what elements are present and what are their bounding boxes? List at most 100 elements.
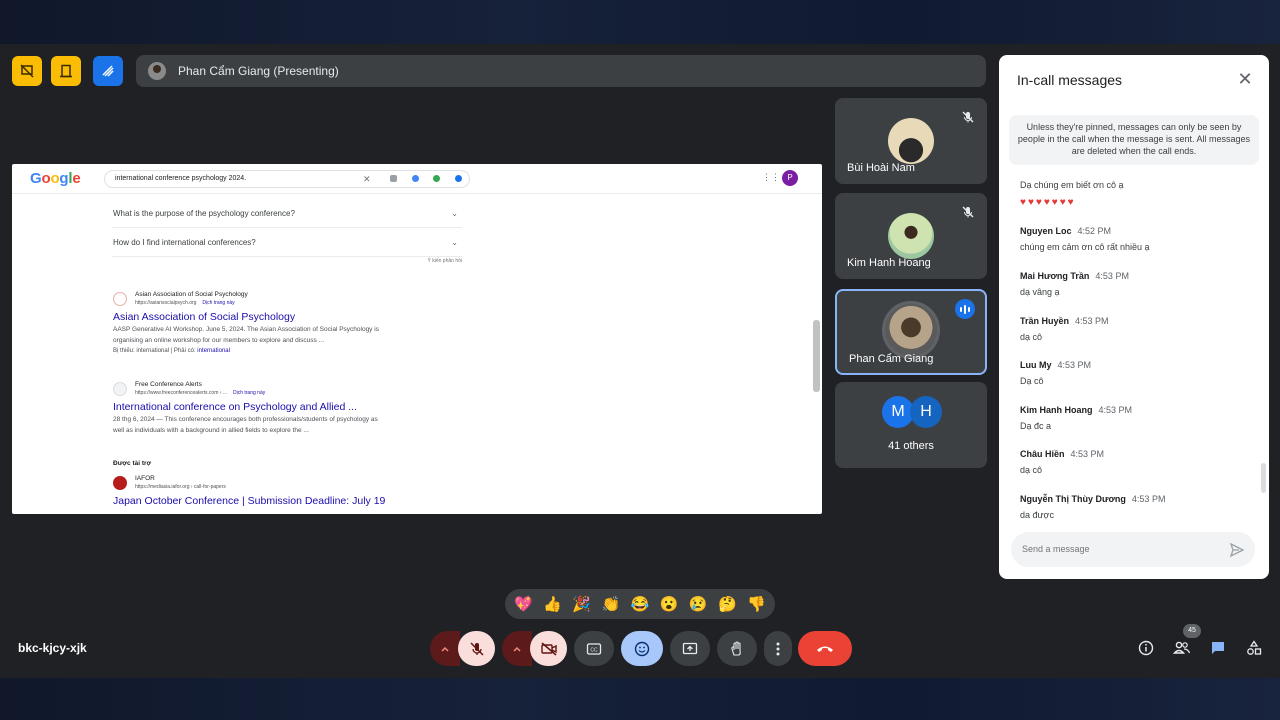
message-time: 4:53 PM [1075,316,1109,326]
presenting-label: Phan Cẩm Giang (Presenting) [178,64,339,78]
reaction-party-popper-icon[interactable]: 🎉 [569,595,595,613]
chat-icon [1212,642,1224,654]
participant-name: Kim Hanh Hoang [847,257,931,269]
people-button[interactable] [1172,638,1192,658]
faq-item: How do I find international conferences?… [112,229,462,257]
participant-avatar [882,301,940,359]
captions-button[interactable]: CC [574,631,614,666]
reaction-surprised-icon[interactable]: 😮 [656,595,682,613]
faq-item: What is the purpose of the psychology co… [112,200,462,228]
chevron-up-icon [441,646,449,652]
reaction-thumbs-up-icon[interactable]: 👍 [540,595,566,613]
audio-options-button[interactable] [430,631,460,666]
message-time: 4:53 PM [1131,494,1166,504]
message-sender: Mai Hương Trần [1020,271,1090,281]
result-site: IAFOR https://mediasia.iafor.org › call-… [113,474,443,494]
message-time: 4:53 PM [1070,449,1105,459]
message-input[interactable] [1011,532,1255,567]
mic-icon [412,175,419,182]
participants-count-badge: 45 [1183,624,1201,638]
send-icon[interactable] [1229,542,1245,558]
activities-button[interactable] [1244,638,1264,658]
chat-message: Châu Hiền 4:53 PM dạ cô [1020,448,1255,476]
reaction-sparkling-heart-icon[interactable]: 💖 [511,595,537,613]
more-options-button[interactable] [764,631,792,666]
door-icon[interactable] [51,56,81,86]
feedback-link: Ý kiến phản hồi [427,258,462,264]
search-icon [455,175,462,182]
captions-icon: CC [586,642,602,655]
reactions-button[interactable] [621,631,663,666]
video-options-button[interactable] [502,631,532,666]
participant-avatar [888,213,934,259]
hand-icon [731,640,741,656]
chat-message: Luu My 4:53 PM Dạ cô [1020,359,1255,387]
profile-avatar: P [782,170,798,186]
svg-text:CC: CC [590,647,598,653]
site-favicon [113,476,127,490]
people-icon [1173,641,1191,654]
speaking-indicator-icon [955,299,975,319]
chat-notice: Unless they're pinned, messages can only… [1009,115,1259,165]
chat-title: In-call messages [1017,72,1123,88]
message-sender: Kim Hanh Hoang [1020,405,1093,415]
present-button[interactable] [670,631,710,666]
message-text: Dạ cô [1020,376,1044,386]
result-title: Asian Association of Social Psychology [113,311,296,323]
mic-toggle-button[interactable] [458,631,495,666]
whiteboard-pen-icon[interactable] [93,56,123,86]
reaction-clapping-icon[interactable]: 👏 [598,595,624,613]
clear-icon: ✕ [363,174,371,184]
chat-message: Mai Hương Trần 4:53 PM dạ vâng ạ [1020,270,1255,298]
google-search-box: international conference psychology 2024… [104,170,470,188]
others-count: 41 others [888,440,934,452]
raise-hand-button[interactable] [717,631,757,666]
participant-tile[interactable]: Kim Hanh Hoang [835,193,987,279]
reaction-thumbs-down-icon[interactable]: 👎 [743,595,769,613]
reaction-laughing-icon[interactable]: 😂 [627,595,653,613]
result-snippet: organising an online workshop for our me… [113,337,324,344]
others-tile[interactable]: M H 41 others [835,382,987,468]
reaction-thinking-icon[interactable]: 🤔 [714,595,740,613]
faq-question: How do I find international conferences? [113,238,256,247]
result-snippet: 28 thg 6, 2024 — This conference encoura… [113,416,378,423]
reaction-sad-icon[interactable]: 😢 [685,595,711,613]
participant-tile[interactable]: Bùi Hoài Nam [835,98,987,184]
presentation-off-icon[interactable] [12,56,42,86]
chat-button[interactable] [1208,638,1228,658]
camera-toggle-button[interactable] [530,631,567,666]
outer-background-top [0,0,1280,44]
mic-off-icon [469,641,484,656]
presenter-avatar [148,62,166,80]
chat-scrollbar[interactable] [1261,463,1266,493]
hearts-emoji: ♥♥♥♥♥♥♥ [1020,197,1076,208]
participant-tile-active[interactable]: Phan Cẩm Giang [835,289,987,375]
message-sender: Luu My [1020,360,1052,370]
outer-background-bottom [0,678,1280,720]
chat-message: Nguyễn Thị Thùy Dương 4:53 PM da được [1020,493,1255,521]
message-time: 4:53 PM [1098,405,1133,415]
message-time: 4:53 PM [1095,271,1129,281]
activities-shapes-icon [1247,640,1262,655]
chat-panel: In-call messages ✕ Unless they're pinned… [999,55,1269,579]
meeting-details-button[interactable] [1136,638,1156,658]
shared-screen: Google international conference psycholo… [12,164,822,514]
mic-off-icon [962,206,974,218]
keyboard-icon [390,175,397,182]
message-text: Dạ chúng em biết ơn cô ạ [1020,180,1124,190]
result-site: Free Conference Alerts https://www.freec… [113,380,443,400]
participant-initial: H [910,396,942,428]
google-logo: Google [30,170,81,187]
close-icon[interactable]: ✕ [1235,69,1255,89]
site-url: https://mediasia.iafor.org › call-for-pa… [135,484,226,490]
chat-message: Kim Hanh Hoang 4:53 PM Dạ đc a [1020,404,1255,432]
site-name: Asian Association of Social Psychology [135,291,248,298]
search-result: Asian Association of Social Psychology h… [113,290,443,356]
reactions-bar: 💖 👍 🎉 👏 😂 😮 😢 🤔 👎 [505,589,775,619]
site-url: https://www.freeconferencealerts.com › .… [135,390,266,396]
message-text: dạ cô [1020,332,1043,342]
chevron-down-icon: ⌄ [451,209,458,218]
leave-call-button[interactable] [798,631,852,666]
present-screen-icon [682,642,698,654]
presenting-bar: Phan Cẩm Giang (Presenting) [136,55,986,87]
